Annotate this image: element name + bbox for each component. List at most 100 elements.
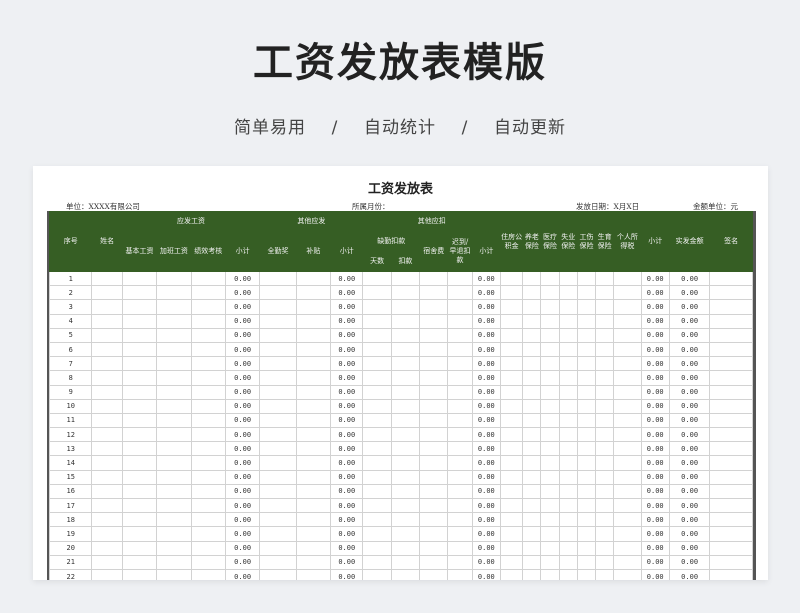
cell-amount[interactable]: 0.00 [224,341,261,358]
cell-amount[interactable]: 0.00 [224,497,261,514]
cell-empty[interactable] [576,412,597,429]
cell-empty[interactable] [558,412,578,429]
cell-empty[interactable] [419,412,449,429]
cell-amount[interactable]: 0.00 [471,512,502,528]
cell-empty[interactable] [540,554,560,570]
cell-empty[interactable] [447,270,473,287]
cell-empty[interactable] [595,469,615,485]
cell-empty[interactable] [259,412,297,429]
cell-empty[interactable] [447,526,473,542]
cell-empty[interactable] [447,356,473,372]
cell-empty[interactable] [558,356,578,372]
cell-empty[interactable] [259,299,297,315]
cell-empty[interactable] [91,384,123,400]
cell-empty[interactable] [121,526,158,542]
cell-empty[interactable] [595,341,615,358]
cell-empty[interactable] [540,427,560,443]
cell-empty[interactable] [499,412,524,429]
cell-empty[interactable] [295,512,332,528]
cell-amount[interactable]: 0.00 [330,341,364,358]
cell-empty[interactable] [390,398,421,414]
cell-empty[interactable] [390,299,421,315]
cell-amount[interactable]: 0.00 [224,483,261,500]
cell-empty[interactable] [576,299,597,315]
cell-empty[interactable] [156,370,192,386]
cell-empty[interactable] [190,299,226,315]
cell-amount[interactable]: 0.00 [471,455,502,471]
cell-empty[interactable] [362,398,392,414]
cell-empty[interactable] [499,285,524,301]
cell-empty[interactable] [419,554,449,570]
cell-empty[interactable] [447,341,473,358]
cell-empty[interactable] [709,285,753,301]
cell-empty[interactable] [447,398,473,414]
cell-amount[interactable]: 0.00 [330,327,364,343]
cell-amount[interactable]: 0.00 [640,554,670,570]
cell-seq[interactable]: 13 [49,441,93,457]
cell-empty[interactable] [121,483,158,500]
cell-empty[interactable] [709,341,753,358]
cell-empty[interactable] [522,483,542,500]
cell-empty[interactable] [613,412,642,429]
cell-empty[interactable] [156,313,192,329]
cell-amount[interactable]: 0.00 [668,313,711,329]
cell-amount[interactable]: 0.00 [668,384,711,400]
cell-empty[interactable] [295,285,332,301]
cell-seq[interactable]: 20 [49,540,93,556]
cell-amount[interactable]: 0.00 [640,469,670,485]
cell-amount[interactable]: 0.00 [471,327,502,343]
cell-amount[interactable]: 0.00 [640,285,670,301]
cell-empty[interactable] [613,313,642,329]
cell-empty[interactable] [540,356,560,372]
cell-empty[interactable] [295,554,332,570]
cell-amount[interactable]: 0.00 [471,412,502,429]
cell-empty[interactable] [390,554,421,570]
cell-amount[interactable]: 0.00 [640,441,670,457]
cell-empty[interactable] [709,398,753,414]
cell-amount[interactable]: 0.00 [330,441,364,457]
cell-empty[interactable] [362,370,392,386]
cell-amount[interactable]: 0.00 [668,398,711,414]
cell-empty[interactable] [522,412,542,429]
cell-seq[interactable]: 21 [49,554,93,570]
cell-empty[interactable] [499,497,524,514]
cell-empty[interactable] [295,568,332,580]
cell-empty[interactable] [613,427,642,443]
cell-empty[interactable] [522,469,542,485]
cell-empty[interactable] [576,469,597,485]
cell-empty[interactable] [540,327,560,343]
cell-amount[interactable]: 0.00 [668,412,711,429]
cell-amount[interactable]: 0.00 [668,554,711,570]
cell-amount[interactable]: 0.00 [640,427,670,443]
cell-empty[interactable] [595,384,615,400]
cell-empty[interactable] [91,469,123,485]
cell-empty[interactable] [362,356,392,372]
cell-empty[interactable] [259,327,297,343]
cell-amount[interactable]: 0.00 [668,469,711,485]
cell-amount[interactable]: 0.00 [330,299,364,315]
cell-empty[interactable] [576,568,597,580]
cell-empty[interactable] [390,412,421,429]
cell-amount[interactable]: 0.00 [668,356,711,372]
cell-empty[interactable] [558,526,578,542]
cell-empty[interactable] [613,568,642,580]
cell-empty[interactable] [91,497,123,514]
cell-empty[interactable] [190,469,226,485]
cell-empty[interactable] [91,270,123,287]
cell-empty[interactable] [190,568,226,580]
cell-empty[interactable] [558,441,578,457]
cell-empty[interactable] [540,341,560,358]
cell-amount[interactable]: 0.00 [330,540,364,556]
cell-empty[interactable] [558,512,578,528]
cell-empty[interactable] [595,483,615,500]
cell-amount[interactable]: 0.00 [640,412,670,429]
cell-empty[interactable] [499,327,524,343]
cell-empty[interactable] [390,356,421,372]
cell-empty[interactable] [190,483,226,500]
cell-empty[interactable] [540,469,560,485]
cell-seq[interactable]: 16 [49,483,93,500]
cell-empty[interactable] [121,370,158,386]
cell-amount[interactable]: 0.00 [224,512,261,528]
cell-empty[interactable] [522,540,542,556]
cell-empty[interactable] [558,398,578,414]
